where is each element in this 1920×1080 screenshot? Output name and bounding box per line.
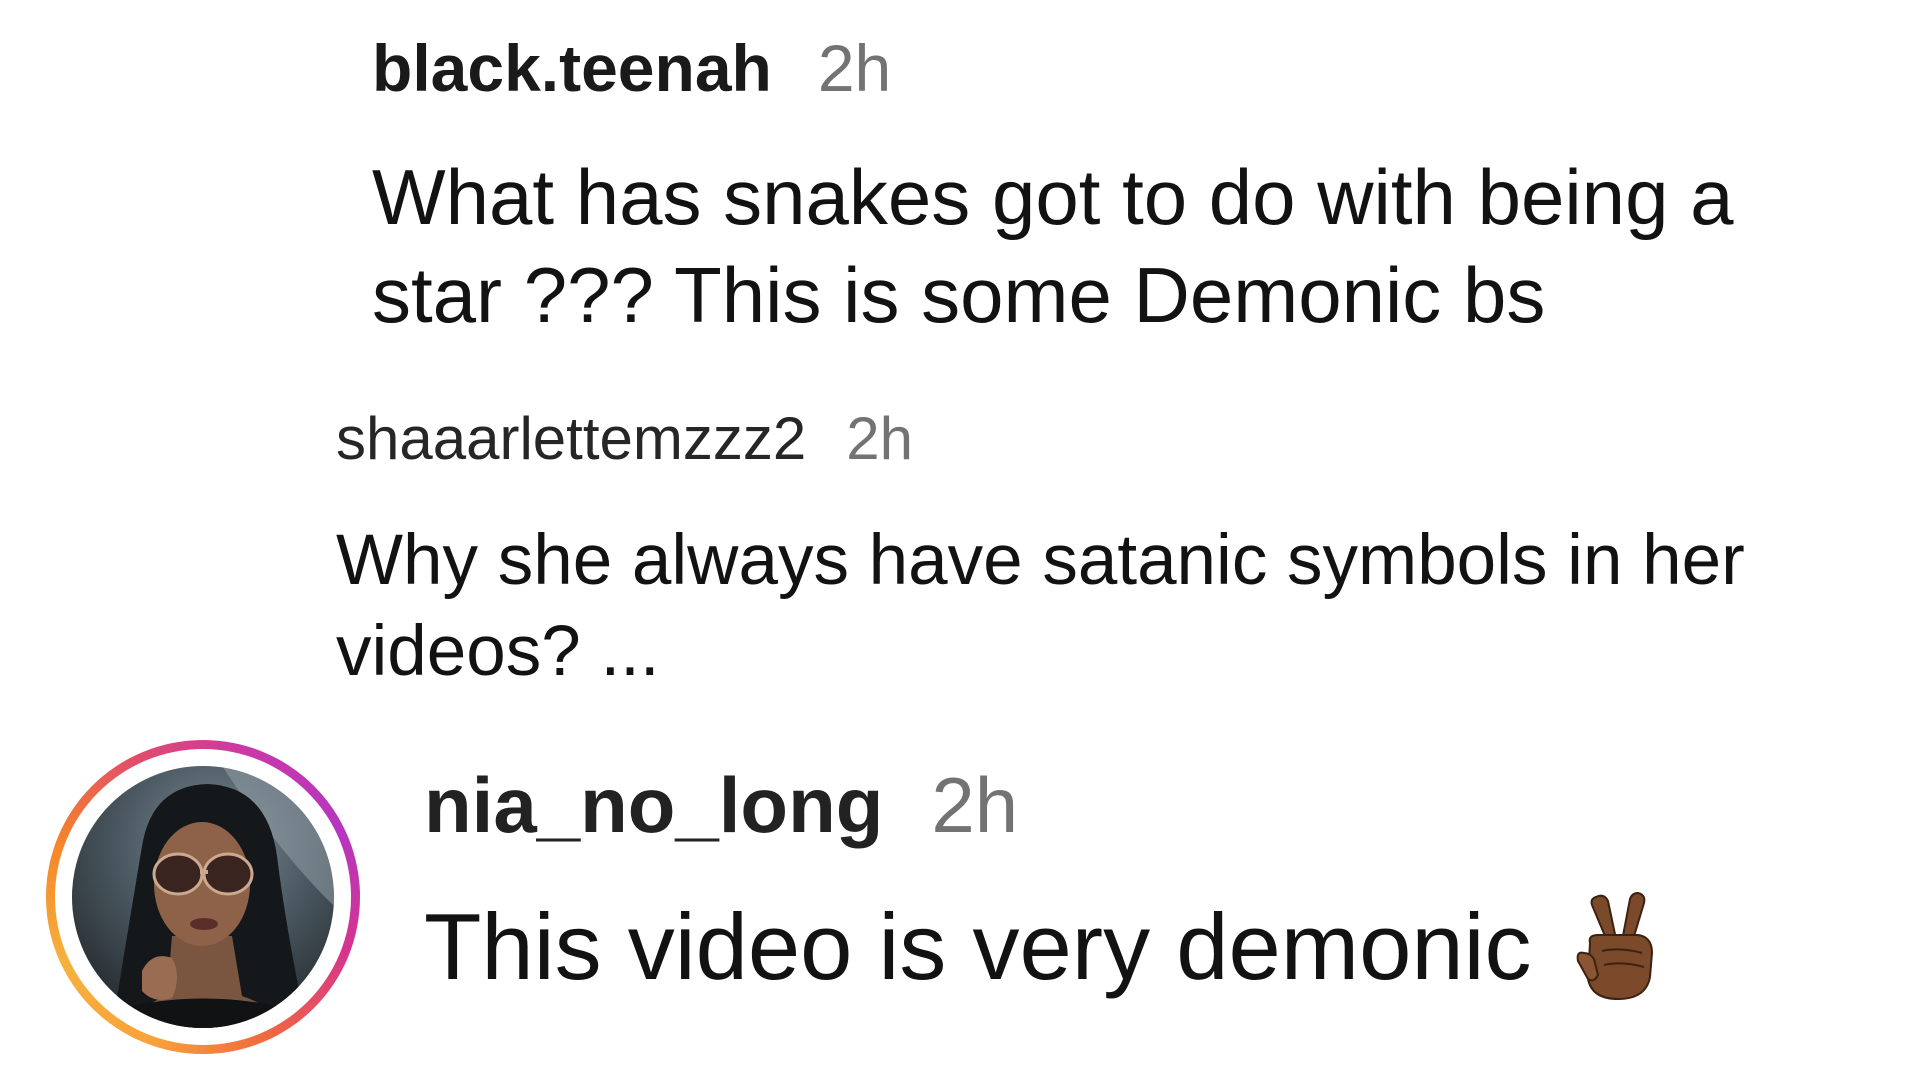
comment-timestamp: 2h	[846, 405, 913, 472]
comment-username[interactable]: black.teenah	[372, 30, 772, 106]
comment-item: shaaarlettemzzz2 2h Why she always have …	[336, 404, 1896, 697]
avatar[interactable]	[72, 766, 334, 1028]
comment-timestamp: 2h	[817, 31, 892, 105]
story-ring[interactable]	[46, 740, 360, 1054]
comment-list: black.teenah 2h What has snakes got to d…	[0, 0, 1920, 1080]
comment-header: shaaarlettemzzz2 2h	[336, 404, 1896, 473]
comment-body: nia_no_long 2h This video is very demoni…	[424, 760, 1904, 1003]
victory-hand-emoji-icon	[1572, 891, 1664, 1003]
comment-item: black.teenah 2h What has snakes got to d…	[372, 30, 1872, 344]
comment-timestamp: 2h	[931, 761, 1019, 849]
reply-link-partial	[424, 1068, 634, 1080]
comment-header: nia_no_long 2h	[424, 760, 1904, 851]
comment-text[interactable]: Why she always have satanic symbols in h…	[336, 515, 1896, 697]
avatar-image	[112, 766, 334, 1028]
comment-username[interactable]: shaaarlettemzzz2	[336, 404, 806, 473]
comment-text-content: This video is very demonic	[424, 894, 1532, 999]
comment-text: What has snakes got to do with being a s…	[372, 153, 1734, 339]
comment-text: This video is very demonic	[424, 891, 1904, 1003]
comment-header: black.teenah 2h	[372, 30, 1872, 106]
comment-item: nia_no_long 2h This video is very demoni…	[46, 740, 1906, 1080]
comment-username[interactable]: nia_no_long	[424, 760, 883, 851]
